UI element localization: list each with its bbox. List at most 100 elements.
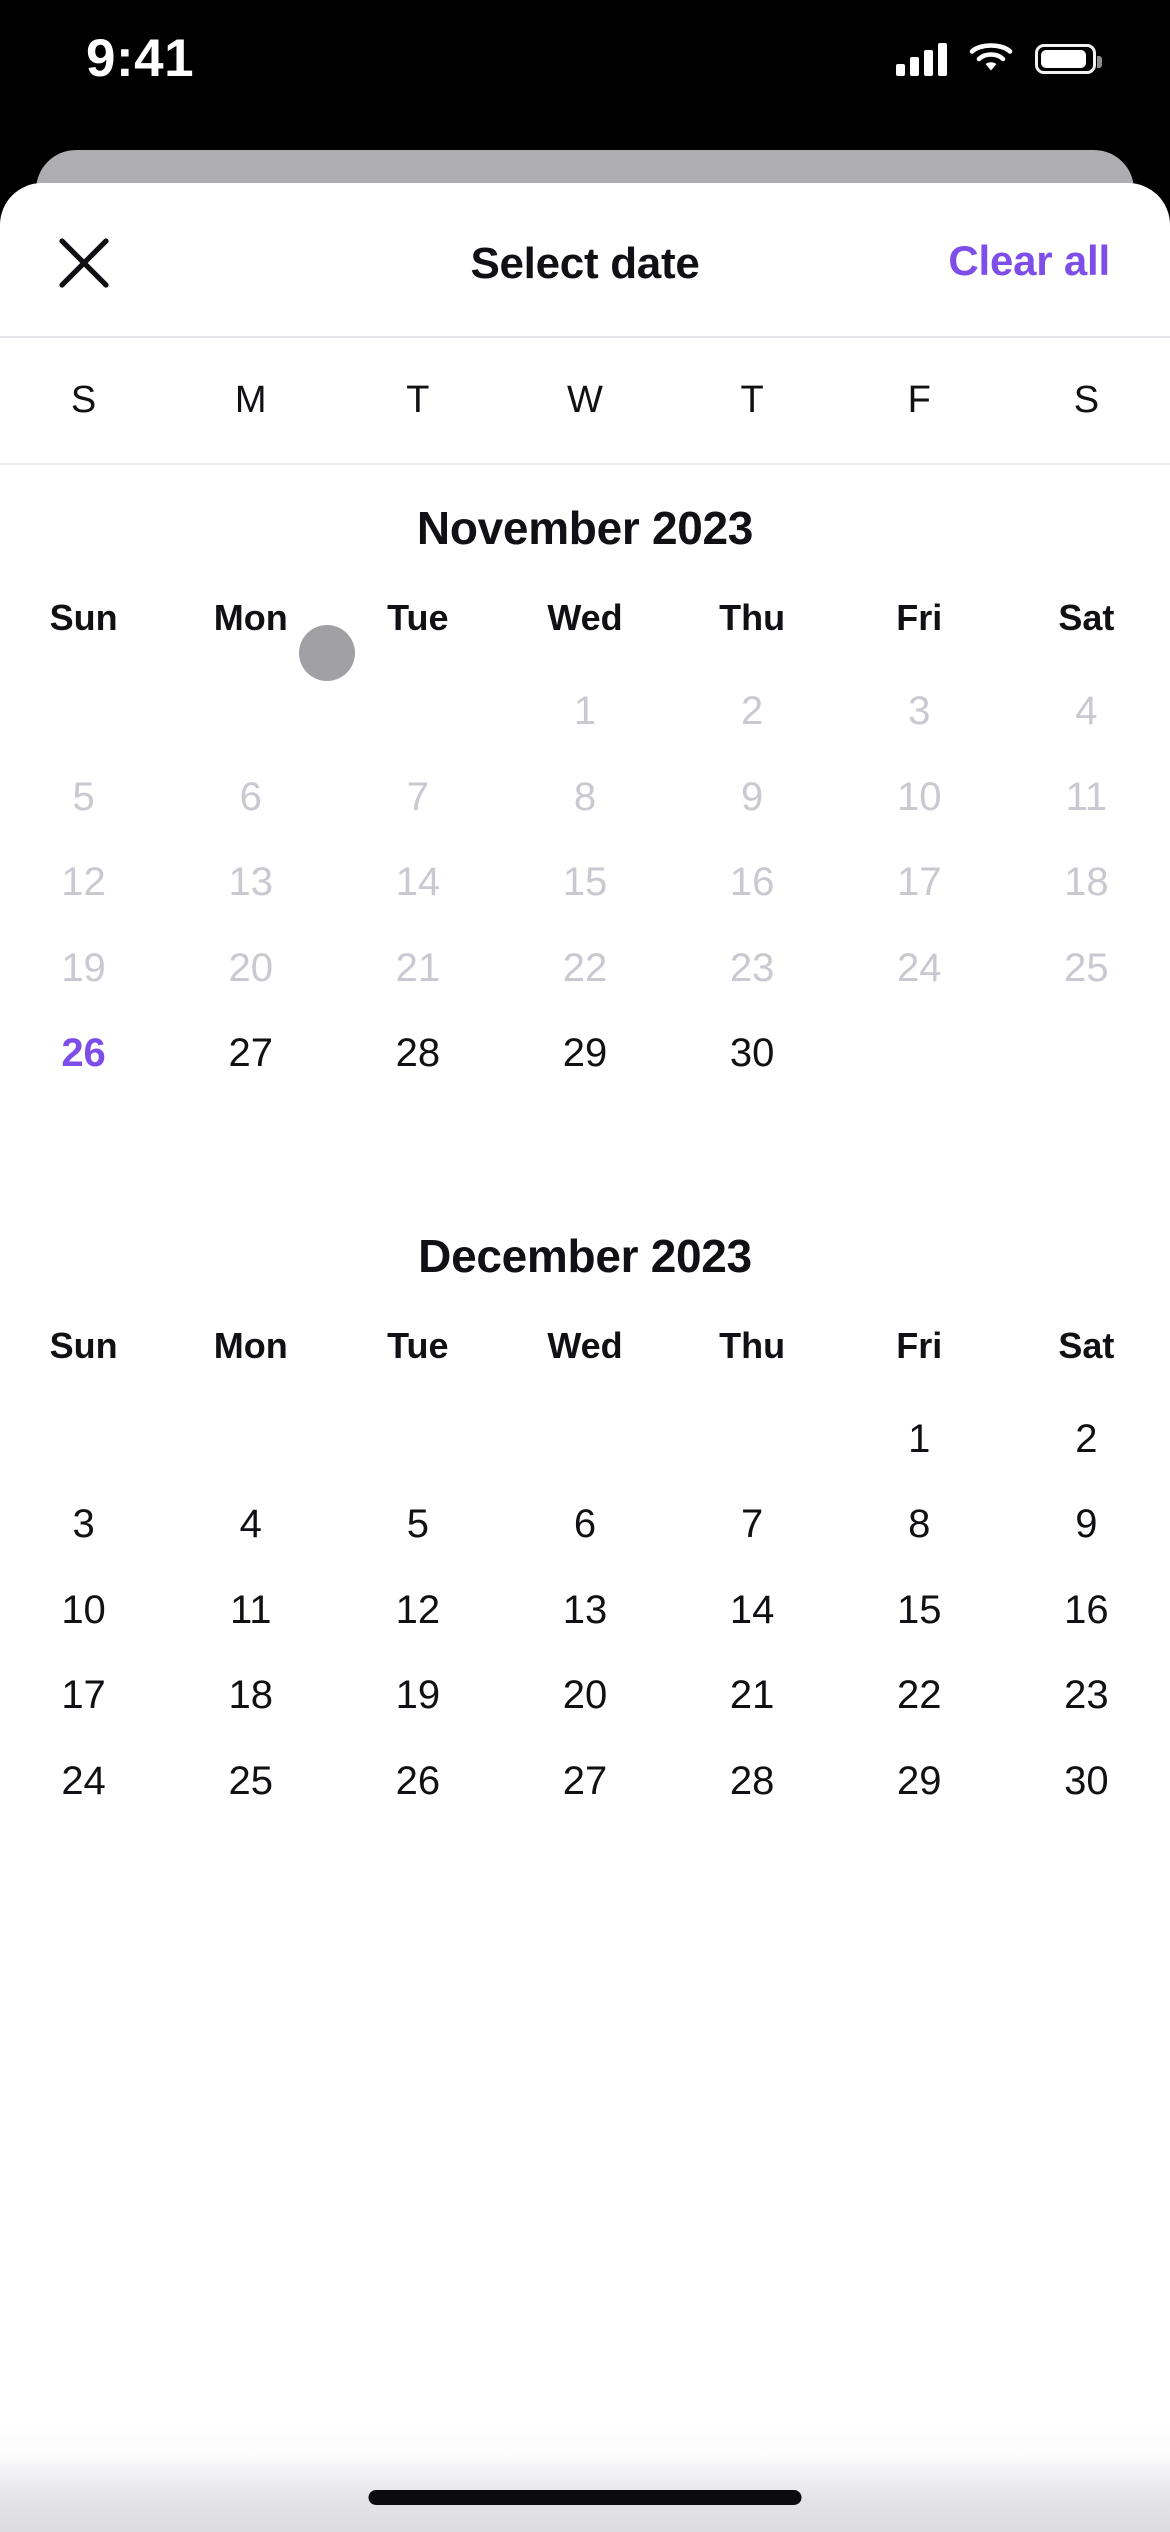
weeks-container: 1 2 3 4 5 6 7 8 9 10 11 12 13 14 15 16 17 18 19 20 21 22 23 24 2… — [0, 1397, 1170, 1825]
day-cell-disabled: 24 — [897, 945, 942, 990]
day-cell[interactable]: 21 — [669, 1653, 836, 1738]
day-cell-disabled: 12 — [61, 860, 106, 905]
wifi-icon — [969, 40, 1013, 79]
day-cell-disabled: 10 — [897, 774, 942, 819]
day-cell[interactable]: 29 — [501, 1011, 668, 1096]
day-cell[interactable]: 26 — [334, 1739, 501, 1824]
day-cell[interactable]: 24 — [0, 1739, 167, 1824]
day-cell[interactable]: 10 — [0, 1568, 167, 1653]
day-cell-disabled: 9 — [741, 774, 764, 819]
sheet-header: Select date Clear all — [0, 183, 1170, 338]
week-row: 17 18 19 20 21 22 23 — [0, 1653, 1170, 1739]
day-cell[interactable]: 4 — [167, 1482, 334, 1567]
week-row: 5 6 7 8 9 10 11 — [0, 755, 1170, 841]
month-separator-gap — [0, 1097, 1170, 1193]
day-of-week-header: Wed — [547, 1324, 623, 1366]
day-cell[interactable]: 22 — [836, 1653, 1003, 1738]
day-cell[interactable]: 9 — [1003, 1482, 1170, 1567]
day-cell[interactable]: 27 — [501, 1739, 668, 1824]
day-of-week-header-row: Sun Mon Tue Wed Thu Fri Sat — [0, 597, 1170, 639]
week-row: 12 — [0, 1397, 1170, 1483]
phone-screen: 9:41 Select date Clear all S M T W T F S… — [0, 0, 1170, 2532]
month-block: December 2023 Sun Mon Tue Wed Thu Fri Sat 1 2 3 4 5 6… — [0, 1193, 1170, 1825]
day-cell-disabled: 4 — [1075, 689, 1098, 734]
day-cell[interactable]: 28 — [669, 1739, 836, 1824]
status-bar: 9:41 — [0, 0, 1170, 142]
scroll-position-dot[interactable] — [299, 625, 355, 681]
day-cell[interactable]: 12 — [334, 1568, 501, 1653]
day-cell[interactable]: 30 — [669, 1011, 836, 1096]
day-cell[interactable]: 29 — [836, 1739, 1003, 1824]
week-row: 3456789 — [0, 1482, 1170, 1568]
day-cell[interactable]: 28 — [334, 1011, 501, 1096]
calendar-scroll-area[interactable]: November 2023 Sun Mon Tue Wed Thu Fri Sat 1 2 3 4 5 6… — [0, 465, 1170, 2532]
select-date-sheet: Select date Clear all S M T W T F S November 2… — [0, 183, 1170, 2532]
weekday-letter-1: M — [234, 379, 267, 421]
day-cell[interactable]: 2 — [1003, 1397, 1170, 1482]
day-cell-disabled: 19 — [61, 945, 106, 990]
weekday-letter-4: T — [740, 379, 764, 421]
day-cell-disabled: 11 — [1065, 774, 1108, 819]
day-cell-disabled: 14 — [395, 860, 441, 905]
day-cell[interactable]: 13 — [501, 1568, 668, 1653]
week-row: 26 27 28 29 30 — [0, 1011, 1170, 1097]
day-cell[interactable]: 3 — [0, 1482, 167, 1567]
day-of-week-header: Sun — [49, 1324, 118, 1366]
day-of-week-header: Sat — [1058, 1324, 1115, 1366]
day-cell-disabled: 2 — [741, 689, 764, 734]
day-of-week-header: Mon — [213, 1324, 288, 1366]
month-title: December 2023 — [418, 1229, 752, 1282]
day-cell[interactable]: 23 — [1003, 1653, 1170, 1738]
day-cell-disabled: 17 — [897, 860, 942, 905]
day-cell[interactable]: 11 — [167, 1568, 334, 1653]
weekday-letter-3: W — [567, 379, 603, 421]
status-bar-icons — [896, 36, 1102, 82]
day-cell-today[interactable]: 26 — [0, 1011, 167, 1096]
day-cell-disabled: 13 — [228, 860, 273, 905]
day-cell-disabled: 7 — [406, 774, 429, 819]
day-of-week-header: Thu — [719, 597, 786, 638]
day-cell-disabled: 22 — [562, 945, 608, 990]
day-cell-disabled: 1 — [573, 689, 597, 734]
day-cell[interactable]: 30 — [1003, 1739, 1170, 1824]
weekday-letter-bar: SMTWTFS — [0, 338, 1170, 465]
week-row: 19 20 21 22 23 24 25 — [0, 926, 1170, 1012]
weeks-container: 1 2 3 4 5 6 7 8 9 10 11 12 13 14 15 16 17 18 19 20 21 22 23 24 2… — [0, 669, 1170, 1097]
day-cell-disabled: 6 — [239, 774, 262, 819]
day-cell[interactable]: 15 — [836, 1568, 1003, 1653]
status-bar-time: 9:41 — [86, 29, 195, 88]
day-cell[interactable]: 8 — [836, 1482, 1003, 1567]
day-cell-disabled: 25 — [1064, 945, 1109, 990]
day-cell[interactable]: 19 — [334, 1653, 501, 1738]
day-cell-disabled: 3 — [908, 689, 931, 734]
day-cell-disabled: 8 — [573, 774, 597, 819]
day-of-week-header: Fri — [896, 597, 943, 638]
day-of-week-header: Thu — [719, 1324, 786, 1366]
day-of-week-header: Sun — [49, 597, 118, 638]
day-cell-disabled: 20 — [228, 945, 273, 990]
day-of-week-header: Tue — [387, 597, 449, 638]
day-of-week-header-row: Sun Mon Tue Wed Thu Fri Sat — [0, 1325, 1170, 1367]
day-of-week-header: Tue — [387, 1324, 449, 1366]
day-cell-disabled: 5 — [72, 774, 95, 819]
day-cell-disabled: 18 — [1064, 860, 1109, 905]
day-cell[interactable]: 6 — [501, 1482, 668, 1567]
day-of-week-header: Fri — [896, 1324, 943, 1366]
day-cell[interactable]: 25 — [167, 1739, 334, 1824]
day-cell[interactable]: 14 — [669, 1568, 836, 1653]
day-cell[interactable]: 17 — [0, 1653, 167, 1738]
home-indicator-bar — [368, 2490, 802, 2505]
clear-all-button[interactable]: Clear all — [948, 237, 1110, 285]
day-cell[interactable]: 27 — [167, 1011, 334, 1096]
day-cell[interactable]: 5 — [334, 1482, 501, 1567]
day-cell-disabled: 16 — [729, 860, 775, 905]
day-cell-disabled: 23 — [729, 945, 775, 990]
day-cell[interactable]: 18 — [167, 1653, 334, 1738]
weekday-letter-0: S — [70, 379, 97, 421]
day-cell[interactable]: 16 — [1003, 1568, 1170, 1653]
day-cell[interactable]: 20 — [501, 1653, 668, 1738]
day-cell[interactable]: 1 — [836, 1397, 1003, 1482]
month-block: November 2023 Sun Mon Tue Wed Thu Fri Sat 1 2 3 4 5 6… — [0, 465, 1170, 1097]
day-cell[interactable]: 7 — [669, 1482, 836, 1567]
battery-icon — [1035, 44, 1102, 74]
